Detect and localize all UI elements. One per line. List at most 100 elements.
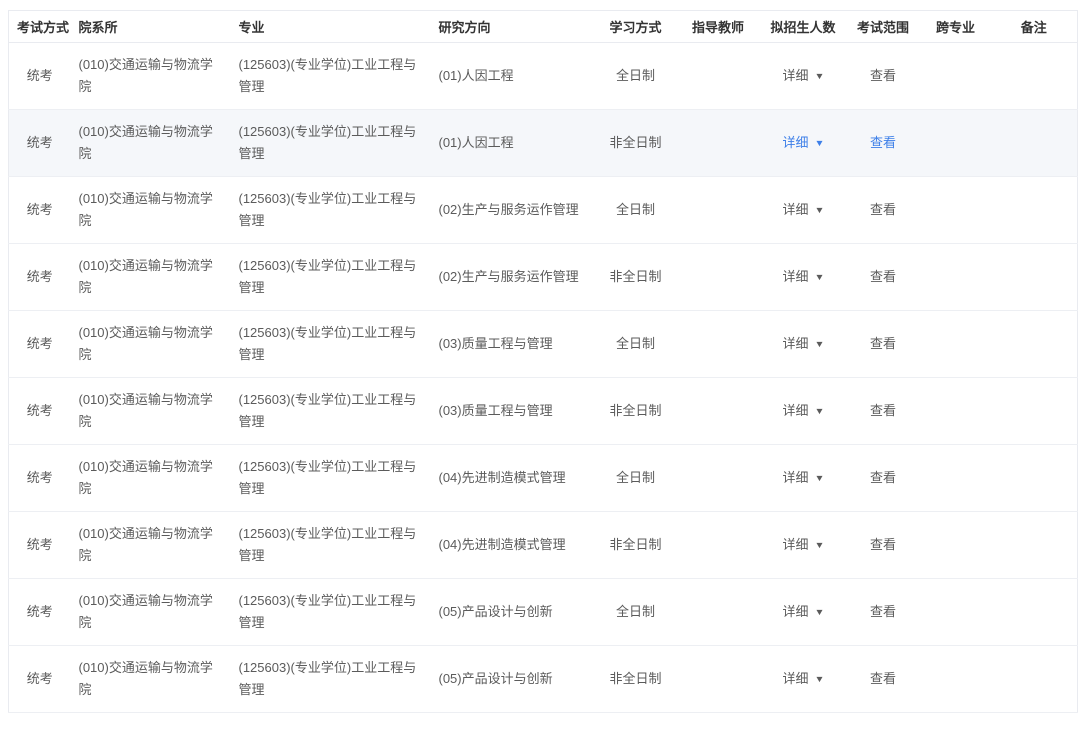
cell-research-direction: (04)先进制造模式管理 [431,512,596,579]
column-header-cross-major: 跨专业 [921,11,991,43]
admissions-catalog-page: 考试方式 院系所 专业 研究方向 学习方式 指导教师 拟招生人数 考试范围 跨专… [0,0,1080,738]
enrollment-detail-dropdown[interactable]: 详细▼ [783,537,824,552]
enrollment-detail-dropdown[interactable]: 详细▼ [783,336,824,351]
cell-cross-major [921,177,991,244]
cell-cross-major [921,244,991,311]
enrollment-detail-dropdown[interactable]: 详细▼ [783,202,824,217]
cell-major: (125603)(专业学位)工业工程与管理 [231,244,431,311]
cell-advisor [676,378,761,445]
cell-enrollment: 详细 ▼ [761,579,846,646]
cell-advisor [676,110,761,177]
cell-exam-scope: 查看 [846,43,921,110]
cell-cross-major [921,646,991,713]
cell-research-direction: (01)人因工程 [431,110,596,177]
cell-enrollment: 详细▼ [761,445,846,512]
cell-department: (010)交通运输与物流学院 [71,110,231,177]
cell-cross-major [921,311,991,378]
enrollment-detail-dropdown[interactable]: 详细▼ [783,403,824,418]
cell-exam-method: 统考 [9,110,71,177]
cell-major: (125603)(专业学位)工业工程与管理 [231,110,431,177]
column-header-remarks: 备注 [991,11,1078,43]
chevron-down-icon: ▼ [814,601,824,623]
enrollment-detail-label: 详细 [783,470,809,485]
cell-remarks [991,110,1078,177]
cell-study-mode: 全日制 [596,177,676,244]
cell-remarks [991,177,1078,244]
exam-scope-view-link[interactable]: 查看 [870,135,896,150]
table-row: 统考 (010)交通运输与物流学院 (125603)(专业学位)工业工程与管理 … [9,579,1078,646]
cell-advisor [676,43,761,110]
column-header-major: 专业 [231,11,431,43]
cell-cross-major [921,579,991,646]
table-row: 统考 (010)交通运输与物流学院 (125603)(专业学位)工业工程与管理 … [9,646,1078,713]
exam-scope-view-link[interactable]: 查看 [870,604,896,619]
cell-exam-scope: 查看 [846,512,921,579]
cell-major: (125603)(专业学位)工业工程与管理 [231,579,431,646]
cell-enrollment: 详细▼ [761,110,846,177]
enrollment-detail-dropdown[interactable]: 详细▼ [783,470,824,485]
cell-exam-scope: 查看 [846,311,921,378]
cell-exam-method: 统考 [9,445,71,512]
enrollment-detail-label: 详细 [783,403,809,418]
cell-enrollment: 详细 ▼ [761,311,846,378]
chevron-down-icon: ▼ [814,333,824,355]
exam-scope-view-link[interactable]: 查看 [870,336,896,351]
exam-scope-view-link[interactable]: 查看 [870,470,896,485]
cell-exam-method: 统考 [9,311,71,378]
exam-scope-view-link[interactable]: 查看 [870,68,896,83]
enrollment-detail-label: 详细 [783,604,809,619]
exam-scope-view-link[interactable]: 查看 [870,403,896,418]
exam-scope-view-link[interactable]: 查看 [870,202,896,217]
cell-cross-major [921,512,991,579]
column-header-exam-method: 考试方式 [9,11,71,43]
cell-exam-method: 统考 [9,512,71,579]
cell-advisor [676,579,761,646]
cell-major: (125603)(专业学位)工业工程与管理 [231,378,431,445]
table-row: 统考 (010)交通运输与物流学院 (125603)(专业学位)工业工程与管理 … [9,311,1078,378]
cell-exam-method: 统考 [9,177,71,244]
enrollment-detail-dropdown[interactable]: 详细▼ [783,68,824,83]
enrollment-detail-label: 详细 [783,537,809,552]
header-row: 考试方式 院系所 专业 研究方向 学习方式 指导教师 拟招生人数 考试范围 跨专… [9,11,1078,43]
cell-study-mode: 非全日制 [596,378,676,445]
cell-enrollment: 详细▼ [761,646,846,713]
cell-remarks [991,445,1078,512]
column-header-research-direction: 研究方向 [431,11,596,43]
cell-study-mode: 非全日制 [596,646,676,713]
cell-advisor [676,512,761,579]
cell-major: (125603)(专业学位)工业工程与管理 [231,512,431,579]
cell-study-mode: 非全日制 [596,512,676,579]
exam-scope-view-link[interactable]: 查看 [870,537,896,552]
cell-research-direction: (03)质量工程与管理 [431,378,596,445]
cell-enrollment: 详细▼ [761,244,846,311]
exam-scope-view-link[interactable]: 查看 [870,269,896,284]
enrollment-detail-dropdown[interactable]: 详细▼ [783,135,824,150]
cell-exam-scope: 查看 [846,110,921,177]
chevron-down-icon: ▼ [814,132,824,154]
column-header-advisor: 指导教师 [676,11,761,43]
cell-study-mode: 非全日制 [596,110,676,177]
chevron-down-icon: ▼ [814,668,824,690]
table-row: 统考 (010)交通运输与物流学院 (125603)(专业学位)工业工程与管理 … [9,378,1078,445]
cell-cross-major [921,110,991,177]
cell-cross-major [921,378,991,445]
cell-exam-method: 统考 [9,579,71,646]
enrollment-detail-dropdown[interactable]: 详细▼ [783,604,824,619]
table-row: 统考 (010)交通运输与物流学院 (125603)(专业学位)工业工程与管理 … [9,512,1078,579]
cell-enrollment: 详细 ▼ [761,512,846,579]
enrollment-detail-dropdown[interactable]: 详细▼ [783,671,824,686]
cell-exam-scope: 查看 [846,646,921,713]
cell-study-mode: 全日制 [596,445,676,512]
enrollment-detail-dropdown[interactable]: 详细▼ [783,269,824,284]
column-header-study-mode: 学习方式 [596,11,676,43]
enrollment-detail-label: 详细 [783,336,809,351]
chevron-down-icon: ▼ [814,534,824,556]
cell-exam-method: 统考 [9,43,71,110]
cell-remarks [991,579,1078,646]
cell-remarks [991,311,1078,378]
enrollment-detail-label: 详细 [783,269,809,284]
cell-department: (010)交通运输与物流学院 [71,445,231,512]
table-row: 统考 (010)交通运输与物流学院 (125603)(专业学位)工业工程与管理 … [9,445,1078,512]
exam-scope-view-link[interactable]: 查看 [870,671,896,686]
cell-department: (010)交通运输与物流学院 [71,579,231,646]
